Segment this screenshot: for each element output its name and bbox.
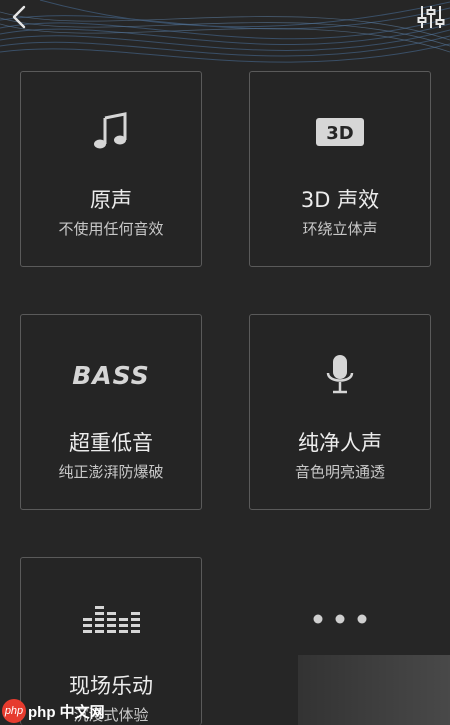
effect-title: 现场乐动	[69, 674, 153, 698]
effect-title: 3D 声效	[300, 188, 380, 212]
blurred-overlay	[298, 655, 450, 725]
chevron-left-icon	[12, 5, 26, 29]
effect-subtitle: 音色明亮通透	[294, 463, 385, 481]
effect-card-bass[interactable]: BASS 超重低音 纯正澎湃防爆破	[20, 314, 202, 510]
effect-title: 原声	[90, 188, 132, 212]
effect-subtitle: 环绕立体声	[302, 220, 378, 238]
effect-card-original[interactable]: 原声 不使用任何音效	[20, 71, 202, 267]
3d-badge-text: 3D	[326, 123, 353, 144]
more-dots-icon	[313, 614, 367, 624]
effect-subtitle: 不使用任何音效	[58, 220, 164, 238]
equalizer-button[interactable]	[416, 2, 446, 32]
music-note-icon	[94, 112, 127, 149]
equalizer-sliders-icon	[417, 6, 445, 28]
effect-title: 纯净人声	[298, 431, 382, 455]
effect-title: 超重低音	[69, 431, 153, 455]
effect-card-vocal[interactable]: 纯净人声 音色明亮通透	[249, 314, 431, 510]
top-bar	[0, 0, 450, 36]
sound-effect-grid: 原声 不使用任何音效 3D 3D 声效 环绕立体声 BASS 超重低音 纯正澎湃…	[0, 0, 450, 725]
effect-card-3d[interactable]: 3D 3D 声效 环绕立体声	[249, 71, 431, 267]
watermark-text: php 中文网	[28, 703, 105, 721]
spectrum-bars-icon	[83, 606, 140, 633]
site-watermark: php php 中文网	[2, 698, 105, 724]
microphone-icon	[326, 355, 354, 394]
back-button[interactable]	[6, 2, 34, 32]
effect-subtitle: 纯正澎湃防爆破	[58, 463, 164, 481]
3d-badge-icon: 3D	[316, 118, 364, 146]
php-logo-icon: php	[2, 699, 26, 723]
bass-text-icon: BASS	[72, 360, 150, 390]
